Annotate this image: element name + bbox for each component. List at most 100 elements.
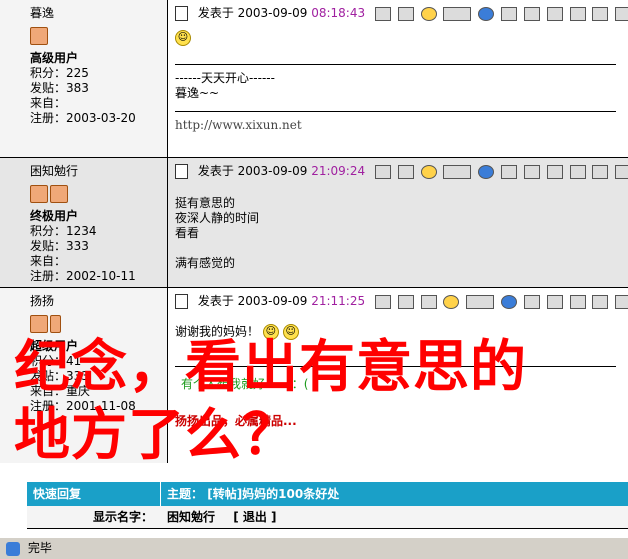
author-from: 来自：重庆 [30, 384, 91, 398]
author-rank: 终极用户 [30, 209, 79, 223]
reply-icon[interactable] [523, 7, 540, 21]
signature-divider [175, 366, 616, 367]
qq-icon[interactable] [420, 7, 437, 21]
post-body: 发表于 2003-09-09 21:09:24 挺有意思的 夜深人静的时间 看看… [168, 158, 628, 288]
subject-label: 主题： [167, 487, 204, 501]
print-icon[interactable] [615, 295, 628, 309]
post-content: 挺有意思的 夜深人静的时间 看看 满有感觉的 [175, 196, 628, 271]
display-name-value: 困知勉行 [167, 510, 216, 524]
quick-reply-header: 快速回复 主题： [转帖]妈妈的100条好处 [27, 482, 628, 506]
author-from: 来自： [30, 96, 67, 110]
rank-badges [30, 27, 167, 45]
document-icon [175, 164, 188, 179]
subject-value: [转帖]妈妈的100条好处 [207, 487, 340, 501]
author-points: 积分：225 [30, 66, 89, 80]
smiley-icon: ☺ [262, 324, 279, 340]
quote-icon[interactable] [546, 165, 563, 179]
signature-line: ------天天开心------ [175, 71, 275, 85]
email-icon[interactable] [397, 165, 414, 179]
search-icon[interactable] [478, 165, 495, 179]
print-icon[interactable] [592, 165, 609, 179]
content-line: 夜深人静的时间 [175, 211, 260, 225]
author-posts: 发贴：333 [30, 239, 89, 253]
qq-icon[interactable] [443, 295, 460, 309]
post-time: 21:09:24 [311, 164, 366, 178]
quote-icon[interactable] [569, 295, 586, 309]
edit-icon[interactable] [501, 165, 518, 179]
computer-icon[interactable] [615, 165, 628, 179]
post-toolbar [374, 293, 628, 311]
content-line: 满有感觉的 [175, 256, 236, 270]
signature-line: 扬扬出品，必属精品... [175, 414, 297, 428]
post: 扬扬 超级用户 积分：41 发贴：333 来自：重庆 注册：2001-11-08… [0, 287, 628, 463]
post: 暮逸 高级用户 积分：225 发贴：383 来自： 注册：2003-03-20 … [0, 0, 628, 157]
reply-icon[interactable] [523, 165, 540, 179]
smiley-icon: ☺ [282, 324, 299, 340]
page-icon [6, 541, 20, 556]
post-author-panel: 困知勉行 终极用户 积分：1234 发贴：333 来自： 注册：2002-10-… [0, 158, 168, 288]
post-date: 发表于 2003-09-09 [197, 6, 308, 20]
edit-icon[interactable] [523, 295, 540, 309]
pm-icon[interactable] [466, 295, 495, 309]
post-body: 发表于 2003-09-09 21:11:25 谢谢我的妈妈！ ☺ ☺ 有个人想… [168, 288, 628, 463]
signature: ------天天开心------ 暮逸~~ [175, 71, 628, 101]
quick-reply-name-row: 显示名字： 困知勉行 [ 退出 ] [27, 506, 628, 529]
author-name[interactable]: 困知勉行 [30, 162, 167, 179]
author-points: 积分：41 [30, 354, 82, 368]
computer-icon[interactable] [615, 7, 628, 21]
print-icon[interactable] [592, 7, 609, 21]
signature-url[interactable]: http://www.xixun.net [175, 118, 628, 132]
rank-star-icon [30, 185, 48, 203]
author-posts: 发贴：333 [30, 369, 89, 383]
quote-icon[interactable] [546, 7, 563, 21]
rank-badges [30, 315, 167, 333]
display-name-label: 显示名字： [92, 510, 153, 524]
post-toolbar [374, 163, 628, 181]
pm-icon[interactable] [443, 165, 472, 179]
search-icon[interactable] [501, 295, 518, 309]
profile-icon[interactable] [374, 165, 391, 179]
post: 困知勉行 终极用户 积分：1234 发贴：333 来自： 注册：2002-10-… [0, 157, 628, 288]
pen-icon[interactable] [592, 295, 609, 309]
post-toolbar [374, 5, 628, 23]
status-bar: 完毕 [0, 537, 628, 559]
pen-icon[interactable] [569, 7, 586, 21]
pen-icon[interactable] [569, 165, 586, 179]
signature-line: 有个人想我就好 ......：( [181, 377, 309, 391]
quick-reply-title: 快速回复 [27, 482, 161, 506]
smiley-icon: ☺ [175, 30, 191, 46]
qq-icon[interactable] [420, 165, 437, 179]
rank-star-icon [50, 315, 61, 333]
quick-reply-panel: 快速回复 主题： [转帖]妈妈的100条好处 显示名字： 困知勉行 [ 退出 ] [27, 482, 628, 529]
author-rank: 超级用户 [30, 339, 79, 353]
author-posts: 发贴：383 [30, 81, 89, 95]
profile-icon[interactable] [374, 295, 391, 309]
post-date: 发表于 2003-09-09 [197, 164, 308, 178]
author-name[interactable]: 扬扬 [30, 292, 167, 309]
profile-icon[interactable] [374, 7, 391, 21]
home-icon[interactable] [420, 295, 437, 309]
pm-icon[interactable] [443, 7, 472, 21]
author-registered: 注册：2002-10-11 [30, 269, 136, 283]
email-icon[interactable] [397, 7, 414, 21]
post-time: 21:11:25 [311, 294, 366, 308]
display-name: 困知勉行 [ 退出 ] [167, 506, 277, 528]
post-body: 发表于 2003-09-09 08:18:43 ☺ ------天天开心----… [168, 0, 628, 157]
rank-badges [30, 185, 167, 203]
logout-link[interactable]: [ 退出 ] [233, 510, 276, 524]
post-header: 发表于 2003-09-09 08:18:43 [175, 4, 628, 22]
author-rank: 高级用户 [30, 51, 79, 65]
signature-divider [175, 64, 616, 65]
search-icon[interactable] [478, 7, 495, 21]
content-line: 挺有意思的 [175, 196, 236, 210]
post-author-panel: 扬扬 超级用户 积分：41 发贴：333 来自：重庆 注册：2001-11-08 [0, 288, 168, 463]
rank-star-icon [30, 315, 48, 333]
url-divider [175, 111, 616, 112]
document-icon [175, 294, 188, 309]
edit-icon[interactable] [501, 7, 518, 21]
author-name[interactable]: 暮逸 [30, 4, 167, 21]
content-line: 谢谢我的妈妈！ [175, 324, 260, 339]
reply-icon[interactable] [546, 295, 563, 309]
email-icon[interactable] [397, 295, 414, 309]
author-points: 积分：1234 [30, 224, 97, 238]
